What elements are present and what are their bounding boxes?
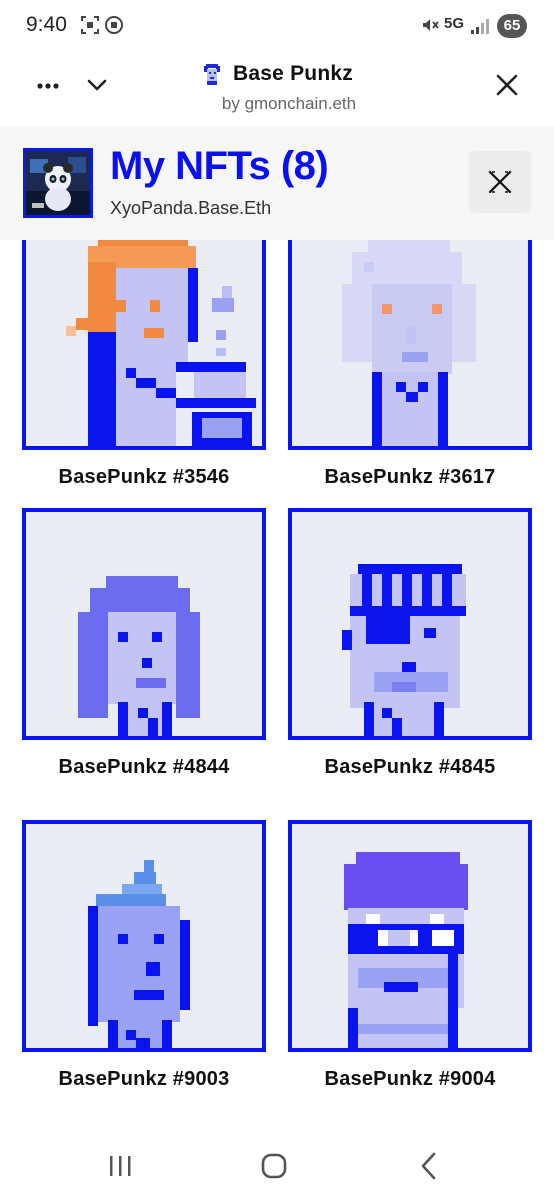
network-label: 5G [444,15,465,32]
status-time: 9:40 [26,13,67,36]
nft-card[interactable]: BasePunkz #4844 [22,508,266,779]
collection-title: My NFTs (8) [110,144,329,188]
close-icon[interactable] [494,72,520,98]
home-icon[interactable] [254,1146,294,1186]
site-info: Base Punkz by gmonchain.eth [0,62,554,114]
status-bar: 9:40 5G 65 [0,0,554,52]
nft-image [288,508,532,740]
nft-name: BasePunkz #9003 [58,1068,230,1090]
screenshot-icon [80,15,100,40]
nft-name: BasePunkz #9004 [324,1068,496,1090]
collection-header: My NFTs (8) XyoPanda.Base.Eth [0,126,554,240]
system-nav-bar [0,1128,554,1200]
app-screen: 9:40 5G 65 Base Punkz by gmonchain.eth M… [0,0,554,1200]
nft-card[interactable]: BasePunkz #9004 [288,820,532,1091]
nft-name: BasePunkz #4844 [58,756,230,778]
nft-card[interactable]: BasePunkz #3546 [22,240,266,489]
nft-card[interactable]: BasePunkz #4845 [288,508,532,779]
recent-apps-icon[interactable] [100,1146,140,1186]
nft-image [22,240,266,450]
site-logo-icon [201,62,223,86]
nft-grid: BasePunkz #3546 BasePunkz #3617 BasePunk… [0,240,554,1120]
nft-image [22,820,266,1052]
nft-image [288,240,532,450]
browser-header: Base Punkz by gmonchain.eth [0,52,554,124]
nft-name: BasePunkz #3546 [58,466,230,488]
collection-avatar[interactable] [23,148,93,218]
nft-image [288,820,532,1052]
battery-indicator: 65 [497,14,527,38]
close-icon[interactable] [469,151,531,213]
site-title: Base Punkz [233,62,353,85]
collection-owner: XyoPanda.Base.Eth [110,198,272,218]
site-subtitle: by gmonchain.eth [221,94,357,113]
nft-name: BasePunkz #4845 [324,756,496,778]
nft-card[interactable]: BasePunkz #9003 [22,820,266,1091]
signal-icon [470,18,490,39]
nft-name: BasePunkz #3617 [324,466,496,488]
back-icon[interactable] [410,1146,450,1186]
mute-icon [420,15,440,40]
app-badge-icon [104,15,124,40]
nft-card[interactable]: BasePunkz #3617 [288,240,532,489]
nft-image [22,508,266,740]
